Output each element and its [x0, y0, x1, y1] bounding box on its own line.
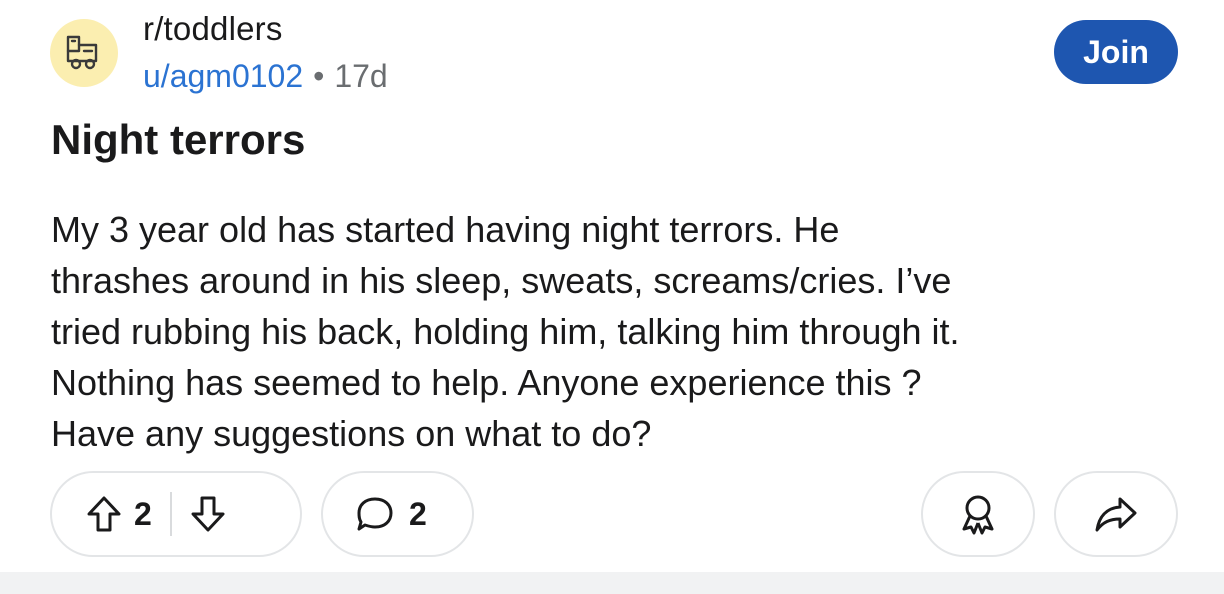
- post-body-line: My 3 year old has started having night t…: [51, 209, 840, 250]
- arrow-down-outline-icon: [191, 496, 225, 532]
- comments-button[interactable]: 2: [321, 471, 474, 557]
- vote-bar: 2: [50, 471, 302, 557]
- feed-separator: [0, 572, 1224, 594]
- comment-icon-wrap: [355, 495, 395, 533]
- vote-count: 2: [134, 495, 152, 532]
- post-card: r/toddlers u/agm0102 • 17d Join Night terr…: [0, 0, 1224, 572]
- join-button[interactable]: Join: [1054, 20, 1178, 84]
- meta-separator: •: [313, 58, 325, 94]
- author-link[interactable]: u/agm0102: [143, 58, 303, 94]
- toy-train-icon: [66, 35, 98, 70]
- share-button[interactable]: [1054, 471, 1178, 557]
- comment-count: 2: [409, 495, 427, 532]
- post-body-line: Nothing has seemed to help. Anyone exper…: [51, 362, 922, 403]
- share-arrow-icon: [1095, 497, 1137, 532]
- vote-divider: [169, 492, 172, 536]
- post-body-line: tried rubbing his back, holding him, tal…: [51, 311, 960, 352]
- post-body-line: thrashes around in his sleep, sweats, sc…: [51, 260, 952, 301]
- subreddit-avatar[interactable]: [50, 19, 118, 87]
- arrow-up-outline-icon: [87, 496, 121, 532]
- post-body: My 3 year old has started having night t…: [51, 204, 1191, 459]
- downvote-button[interactable]: [190, 495, 226, 533]
- upvote-button[interactable]: [86, 495, 122, 533]
- speech-bubble-icon: [357, 497, 393, 531]
- post-meta: u/agm0102 • 17d: [143, 56, 388, 96]
- subreddit-name[interactable]: r/toddlers: [143, 9, 283, 49]
- award-ribbon-icon: [962, 495, 994, 535]
- post-title[interactable]: Night terrors: [51, 114, 305, 166]
- award-button[interactable]: [921, 471, 1035, 557]
- post-age: 17d: [334, 58, 388, 94]
- post-body-line: Have any suggestions on what to do?: [51, 413, 652, 454]
